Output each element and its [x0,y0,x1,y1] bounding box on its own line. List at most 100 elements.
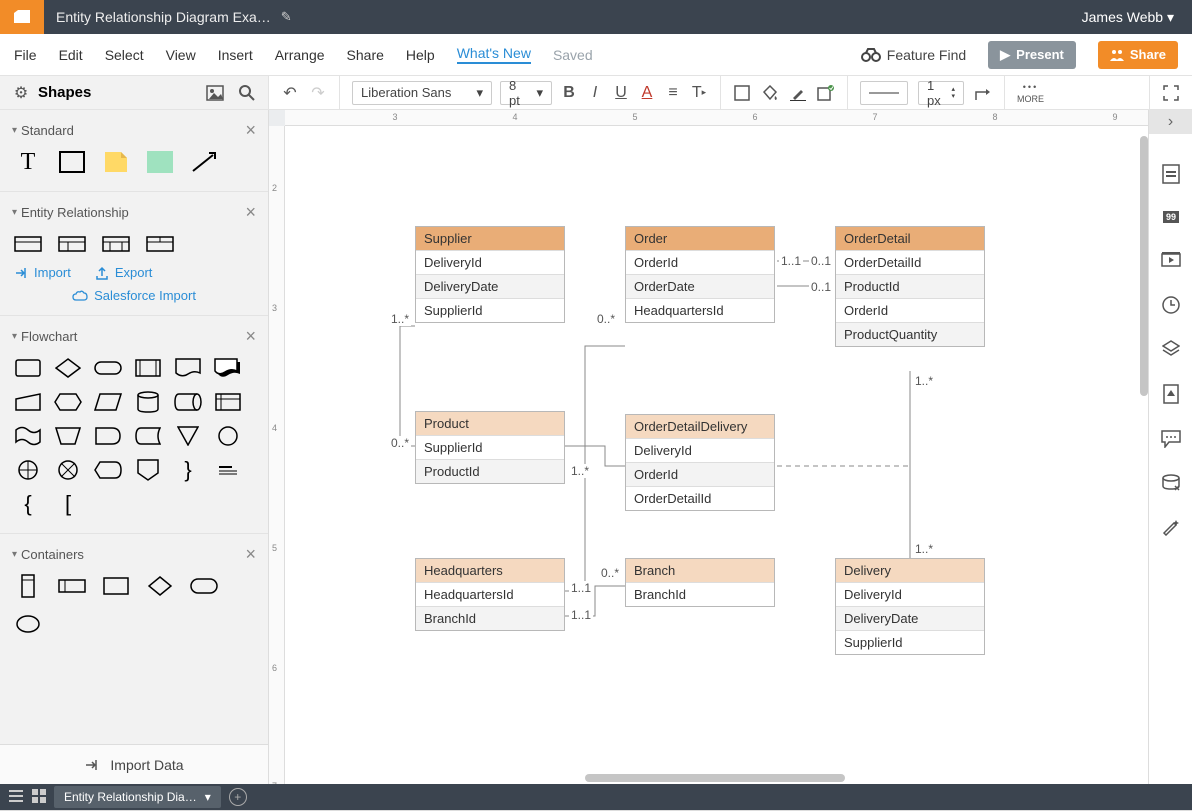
fc-manualop[interactable] [54,425,82,447]
add-page-button[interactable]: + [229,788,247,806]
fc-directdata[interactable] [174,391,202,413]
cont-5[interactable] [190,575,218,597]
fc-bracket[interactable]: [ [54,493,82,515]
fc-internal[interactable] [214,391,242,413]
vscrollbar[interactable] [1138,126,1148,774]
close-icon[interactable]: × [245,544,256,565]
shape-note[interactable] [102,151,130,173]
fc-data[interactable] [94,391,122,413]
shape-text[interactable]: T [14,151,42,173]
salesforce-import-link[interactable]: Salesforce Import [10,284,258,303]
fc-manualinput[interactable] [14,391,42,413]
menu-edit[interactable]: Edit [59,47,83,63]
hscrollbar[interactable] [285,774,1148,784]
shape-block[interactable] [146,151,174,173]
comment-icon[interactable]: 99 [1162,210,1180,226]
fc-connector[interactable] [214,425,242,447]
fc-terminator[interactable] [94,357,122,379]
close-icon[interactable]: × [245,120,256,141]
cont-3[interactable] [102,575,130,597]
cont-2[interactable] [58,575,86,597]
fc-doc[interactable] [174,357,202,379]
fc-diamond[interactable] [54,357,82,379]
cat-containers[interactable]: ▾Containers× [10,540,258,569]
fc-delay[interactable] [94,425,122,447]
er-shape-3[interactable] [102,233,130,255]
menu-whatsnew[interactable]: What's New [457,45,531,64]
menu-select[interactable]: Select [105,47,144,63]
shapefill-icon[interactable] [733,84,751,102]
doc-tab[interactable]: Entity Relationship Dia…▾ [54,786,221,808]
menu-insert[interactable]: Insert [218,47,253,63]
cat-entityrel[interactable]: ▾Entity Relationship× [10,198,258,227]
menu-arrange[interactable]: Arrange [275,47,325,63]
entity-odd[interactable]: OrderDetailDelivery DeliveryId OrderId O… [625,414,775,511]
cont-4[interactable] [146,575,174,597]
redo-icon[interactable]: ↷ [309,84,327,102]
entity-orderdetail[interactable]: OrderDetail OrderDetailId ProductId Orde… [835,226,985,347]
import-data-button[interactable]: Import Data [0,744,268,784]
user-menu[interactable]: James Webb ▾ [1082,9,1192,26]
menu-share[interactable]: Share [347,47,384,63]
edit-title-icon[interactable]: ✎ [281,9,292,25]
image-icon[interactable] [206,84,224,102]
search-icon[interactable] [238,84,256,102]
share-button[interactable]: Share [1098,41,1178,69]
fc-tape[interactable] [14,425,42,447]
entity-hq[interactable]: Headquarters HeadquartersId BranchId [415,558,565,631]
feature-find[interactable]: Feature Find [861,47,966,63]
menu-view[interactable]: View [166,47,196,63]
shapeoptions-icon[interactable] [817,84,835,102]
fc-display[interactable] [94,459,122,481]
entity-branch[interactable]: Branch BranchId [625,558,775,607]
canvas[interactable]: 3 4 5 6 7 8 9 2 3 4 5 6 7 [269,110,1148,784]
entity-product[interactable]: Product SupplierId ProductId [415,411,565,484]
nav-icon[interactable] [1162,164,1180,184]
shape-rect[interactable] [58,151,86,173]
er-shape-4[interactable] [146,233,174,255]
entity-delivery[interactable]: Delivery DeliveryId DeliveryDate Supplie… [835,558,985,655]
fc-predef[interactable] [134,357,162,379]
cont-6[interactable] [14,613,42,635]
present-button[interactable]: ▶ Present [988,41,1076,69]
linewidth-select[interactable]: 1 px▴▾ [918,81,964,105]
shape-arrow[interactable] [190,151,218,173]
bordercolor-icon[interactable] [789,84,807,102]
fill-icon[interactable] [761,84,779,102]
linetype-icon[interactable] [974,84,992,102]
doc-title[interactable]: Entity Relationship Diagram Exa… [56,9,271,25]
undo-icon[interactable]: ↶ [281,84,299,102]
fc-note[interactable] [214,459,242,481]
chat-icon[interactable] [1161,430,1181,448]
er-shape-2[interactable] [58,233,86,255]
page[interactable]: 1..* 0..* 1..* 0..* 1..1 0..1 0..1 1..* … [285,126,1148,784]
entity-supplier[interactable]: Supplier DeliveryId DeliveryDate Supplie… [415,226,565,323]
fc-brace-r[interactable]: } [174,459,202,481]
menu-file[interactable]: File [14,47,37,63]
cat-flowchart[interactable]: ▾Flowchart× [10,322,258,351]
bold-icon[interactable]: B [560,84,578,102]
menu-help[interactable]: Help [406,47,435,63]
grid-icon[interactable] [32,789,46,806]
history-icon[interactable] [1162,296,1180,314]
fc-rect[interactable] [14,357,42,379]
textcolor-icon[interactable]: A [638,84,656,102]
close-icon[interactable]: × [245,202,256,223]
fc-hex[interactable] [54,391,82,413]
font-select[interactable]: Liberation Sans▾ [352,81,492,105]
fullscreen-icon[interactable] [1162,84,1180,102]
page-props-icon[interactable] [1163,384,1179,404]
entity-order[interactable]: Order OrderId OrderDate HeadquartersId [625,226,775,323]
align-icon[interactable]: ≡ [664,84,682,102]
collapse-icon[interactable]: › [1149,110,1192,134]
more-button[interactable]: •••MORE [1017,82,1044,104]
presentation-icon[interactable] [1161,252,1181,270]
data-link-icon[interactable] [1161,474,1181,492]
linestyle-select[interactable] [860,81,908,105]
magic-icon[interactable] [1161,518,1181,536]
textoptions-icon[interactable]: T▸ [690,84,708,102]
fontsize-select[interactable]: 8 pt▾ [500,81,552,105]
import-link[interactable]: Import [14,265,71,280]
gear-icon[interactable]: ⚙ [12,84,30,102]
export-link[interactable]: Export [95,265,153,280]
